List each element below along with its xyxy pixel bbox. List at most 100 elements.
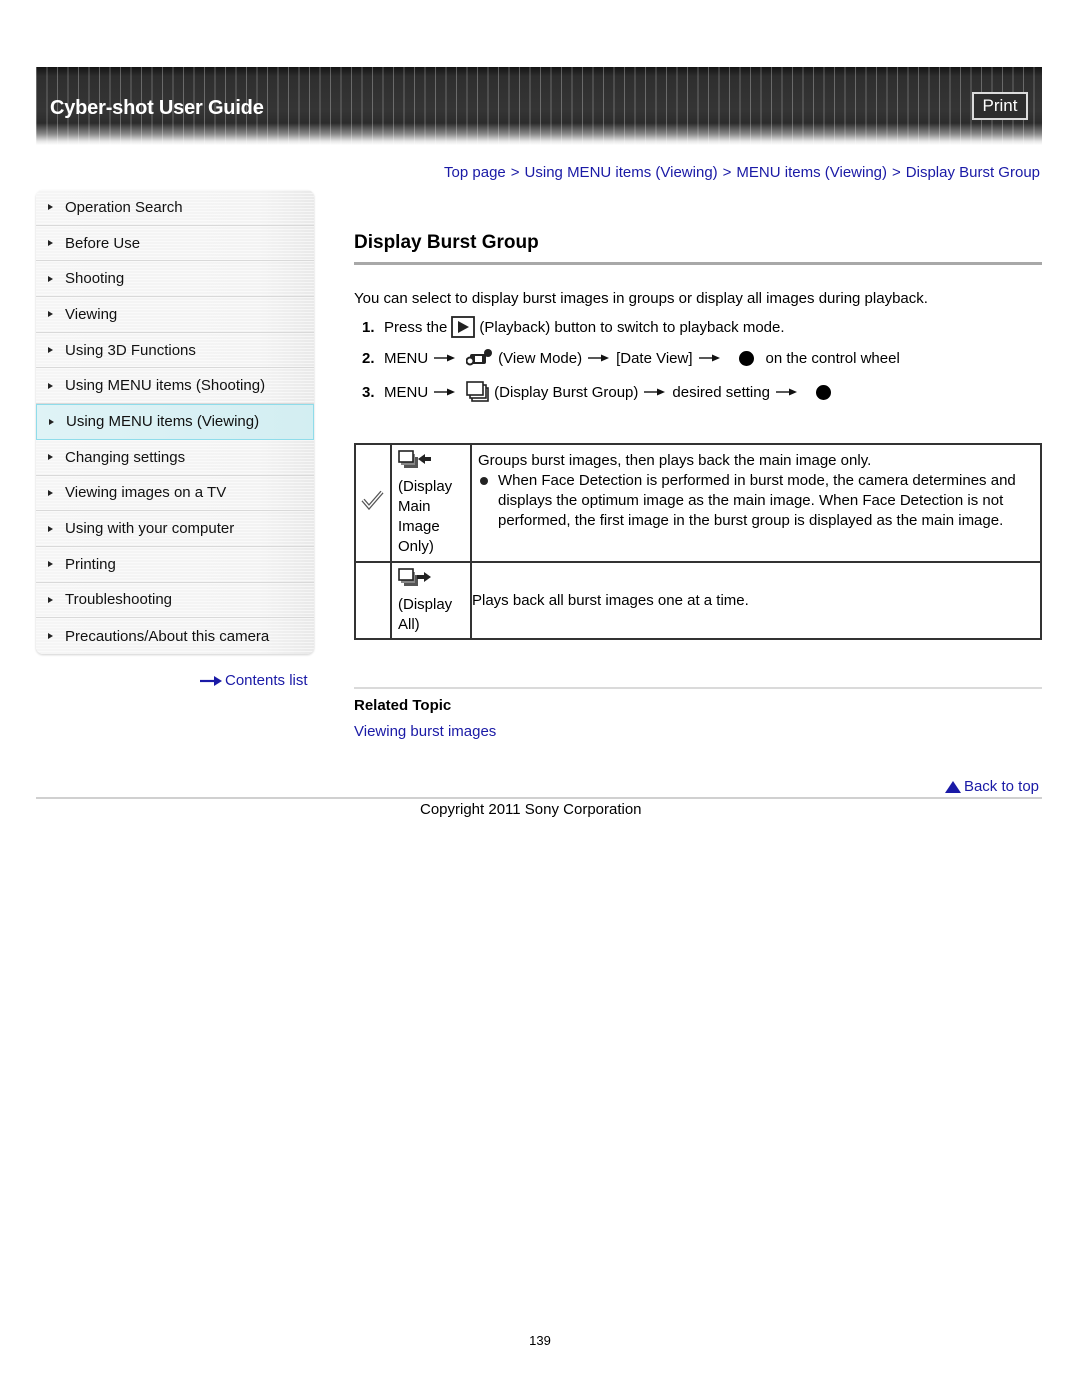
triangle-up-icon: [944, 780, 961, 793]
triangle-right-icon: [48, 489, 53, 496]
arrow-right-icon: [434, 354, 456, 362]
table-row: (Display All) Plays back all burst image…: [354, 561, 1042, 640]
breadcrumb-separator: >: [510, 164, 520, 181]
triangle-right-icon: [48, 204, 53, 211]
triangle-right-icon: [48, 596, 53, 603]
sidebar-item-label: Shooting: [65, 270, 125, 288]
sidebar-item-shooting[interactable]: Shooting: [36, 261, 314, 298]
arrow-right-icon: [434, 388, 456, 396]
breadcrumb-using-menu-items-viewing[interactable]: Using MENU items (Viewing): [525, 164, 718, 181]
breadcrumb-separator: >: [892, 164, 901, 181]
bullet-icon: [480, 477, 488, 485]
related-divider: [354, 687, 1042, 689]
setting-description-cell: Plays back all burst images one at a tim…: [470, 561, 1042, 640]
sidebar-item-viewing-on-tv[interactable]: Viewing images on a TV: [36, 475, 314, 512]
sidebar-item-label: Printing: [65, 555, 116, 573]
menu-label: MENU: [384, 383, 429, 401]
arrow-right-icon: [644, 388, 666, 396]
setting-name-cell: (Display Main Image Only): [390, 443, 472, 563]
setting-name-line: Only): [398, 538, 434, 555]
print-button[interactable]: Print: [972, 92, 1028, 120]
checkmark-icon: [361, 490, 384, 511]
triangle-right-icon: [48, 347, 53, 354]
arrow-right-icon: [698, 354, 720, 362]
setting-name-line: All): [398, 616, 420, 633]
sidebar-item-troubleshooting[interactable]: Troubleshooting: [36, 582, 314, 619]
sidebar-item-label: Before Use: [65, 234, 141, 252]
option-label: [Date View]: [616, 349, 693, 367]
sidebar-item-using-3d-functions[interactable]: Using 3D Functions: [36, 332, 314, 369]
step-text: (Display Burst Group): [494, 383, 639, 401]
sidebar-item-menu-shooting[interactable]: Using MENU items (Shooting): [36, 368, 314, 405]
setting-name-line: Main: [398, 498, 431, 515]
triangle-right-icon: [49, 418, 54, 425]
view-mode-icon: [466, 349, 493, 366]
step-2: 2. MENU (View Mode) [Date View] on the c…: [362, 347, 900, 369]
setting-name-line: Image: [398, 518, 440, 535]
playback-icon: [451, 316, 476, 338]
triangle-right-icon: [48, 311, 53, 318]
page-title: Display Burst Group: [354, 232, 539, 253]
contents-list-label: Contents list: [225, 672, 308, 689]
triangle-right-icon: [48, 633, 53, 640]
setting-name-cell: (Display All): [390, 561, 472, 640]
option-label: desired setting: [672, 383, 770, 401]
intro-text: You can select to display burst images i…: [354, 290, 928, 307]
app-title: Cyber-shot User Guide: [50, 97, 264, 119]
menu-label: MENU: [384, 349, 429, 367]
display-burst-group-icon: [466, 381, 489, 402]
setting-description: Groups burst images, then plays back the…: [478, 452, 872, 469]
sidebar-item-printing[interactable]: Printing: [36, 546, 314, 583]
sidebar-item-label: Operation Search: [65, 198, 183, 216]
step-3: 3. MENU (Display Burst Group) desired se…: [362, 381, 843, 403]
sidebar-item-menu-viewing[interactable]: Using MENU items (Viewing): [36, 404, 314, 440]
setting-description-cell: Groups burst images, then plays back the…: [470, 443, 1042, 563]
display-main-image-only-icon: [398, 450, 431, 468]
breadcrumb-top-page[interactable]: Top page: [444, 164, 506, 181]
settings-table: (Display Main Image Only) Groups burst i…: [354, 443, 1042, 640]
sidebar-nav: Operation Search Before Use Shooting Vie…: [36, 190, 314, 654]
back-to-top-link[interactable]: Back to top: [944, 778, 1039, 795]
sidebar-item-precautions[interactable]: Precautions/About this camera: [36, 618, 314, 654]
sidebar-item-using-with-computer[interactable]: Using with your computer: [36, 511, 314, 547]
triangle-right-icon: [48, 454, 53, 461]
sidebar-item-label: Viewing: [65, 305, 118, 323]
step-1: 1. Press the (Playback) button to switch…: [362, 316, 785, 338]
default-cell: [354, 443, 392, 563]
sidebar-item-label: Precautions/About this camera: [65, 627, 270, 645]
triangle-right-icon: [48, 382, 53, 389]
control-wheel-center-icon: [738, 350, 754, 366]
arrow-right-icon: [775, 388, 797, 396]
sidebar-item-label: Changing settings: [65, 448, 186, 466]
arrow-right-icon: [200, 675, 222, 686]
step-number: 3.: [362, 383, 375, 401]
sidebar-item-label: Using 3D Functions: [65, 341, 196, 359]
sidebar-item-viewing[interactable]: Viewing: [36, 297, 314, 333]
related-link-viewing-burst-images[interactable]: Viewing burst images: [354, 723, 496, 740]
footer-divider: [36, 797, 1042, 799]
sidebar-item-label: Using MENU items (Shooting): [65, 377, 266, 395]
sidebar-item-operation-search[interactable]: Operation Search: [36, 190, 314, 226]
triangle-right-icon: [48, 525, 53, 532]
arrow-right-icon: [588, 354, 610, 362]
default-cell: [354, 561, 392, 640]
control-wheel-center-icon: [815, 384, 831, 400]
step-text: (Playback) button to switch to playback …: [479, 318, 785, 336]
display-all-icon: [398, 568, 431, 586]
related-topic-heading: Related Topic: [354, 697, 452, 714]
step-text: Press the: [384, 318, 448, 336]
header-bar: Cyber-shot User Guide Print: [36, 67, 1042, 145]
setting-name-line: (Display: [398, 478, 453, 495]
setting-description: Plays back all burst images one at a tim…: [472, 591, 749, 609]
sidebar-item-changing-settings[interactable]: Changing settings: [36, 439, 314, 476]
page-number: 139: [529, 1333, 551, 1348]
sidebar-item-before-use[interactable]: Before Use: [36, 225, 314, 262]
title-divider: [354, 262, 1042, 265]
breadcrumb-menu-items-viewing[interactable]: MENU items (Viewing): [736, 164, 887, 181]
breadcrumb-display-burst-group[interactable]: Display Burst Group: [906, 164, 1040, 181]
contents-list-link[interactable]: Contents list: [200, 672, 308, 689]
breadcrumb: Top page > Using MENU items (Viewing) > MENU…: [444, 164, 1040, 181]
setting-note: When Face Detection is performed in burs…: [498, 472, 1016, 529]
copyright: Copyright 2011 Sony Corporation: [420, 801, 642, 818]
triangle-right-icon: [48, 240, 53, 247]
